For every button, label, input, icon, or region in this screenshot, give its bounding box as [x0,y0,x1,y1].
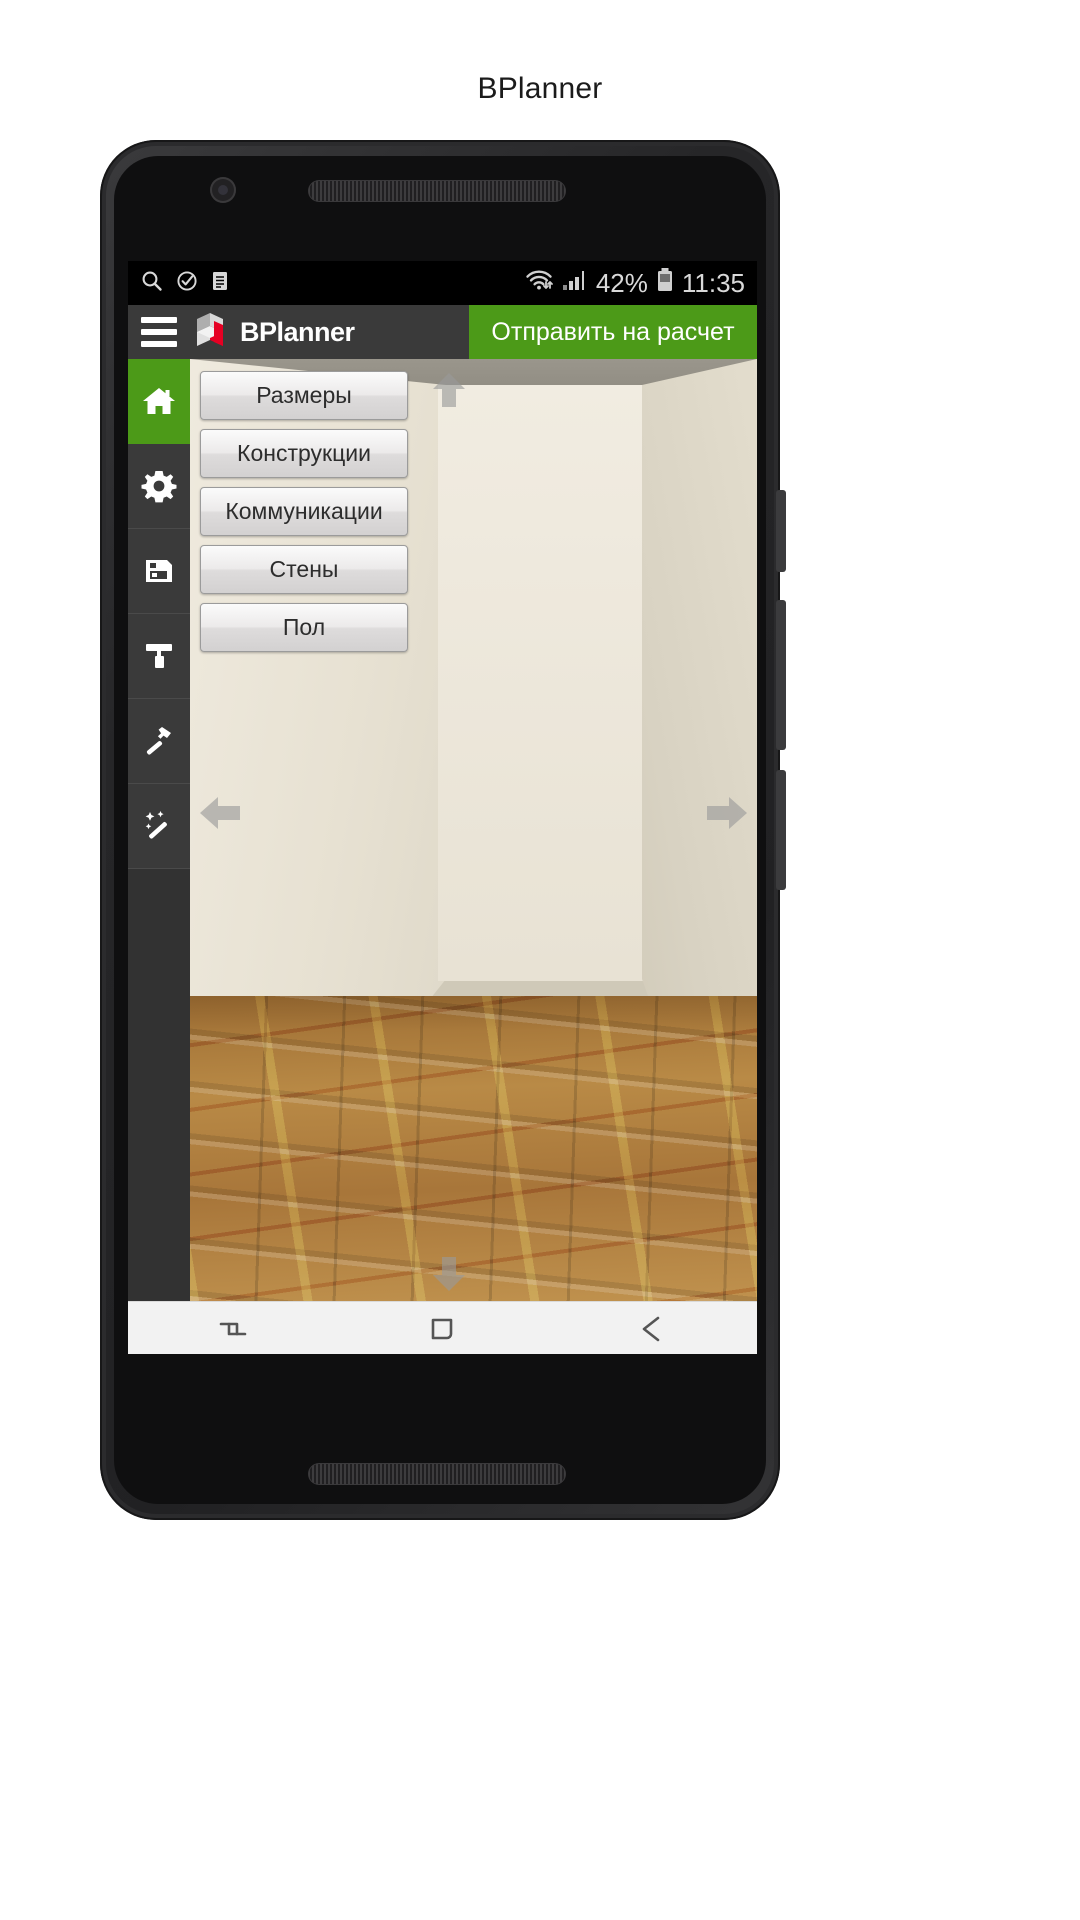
arrow-left-icon[interactable] [196,791,246,835]
arrow-down-icon[interactable] [426,1251,472,1297]
sidebar-item-finishing[interactable] [128,614,190,699]
panel-button-floor[interactable]: Пол [200,603,408,652]
panel-button-walls[interactable]: Стены [200,545,408,594]
app-action-bar: BPlanner Отправить на расчет [128,305,757,359]
check-circle-icon [175,269,199,298]
floppy-disk-icon [142,554,176,588]
status-bar-system: 42% 11:35 [524,267,745,300]
system-nav-bar [128,1301,757,1354]
battery-percent-label: 42% [595,267,648,298]
panel-button-dimensions[interactable]: Размеры [200,371,408,420]
status-bar: 42% 11:35 [128,261,757,305]
recents-icon[interactable] [213,1309,253,1349]
brand-label: BPlanner [240,316,355,347]
app-brand: BPlanner [190,309,355,356]
home-icon [140,382,178,420]
home-square-icon[interactable] [422,1309,462,1349]
room-wall-back [438,385,648,981]
bplanner-logo-icon [190,309,232,356]
document-icon [210,269,230,298]
sidebar-item-build[interactable] [128,699,190,784]
gear-icon [140,467,178,505]
room-3d-viewport[interactable]: Размеры Конструкции Коммуникации Стены П… [190,359,757,1301]
earpiece-speaker [308,180,566,202]
hamburger-menu-icon[interactable] [128,305,184,359]
wifi-icon [524,268,554,299]
phone-screen: 42% 11:35 BPlanner Отправить на расчет Р… [128,261,757,1354]
cellular-signal-icon [562,268,588,299]
arrow-up-icon[interactable] [426,367,472,413]
sidebar-filler [128,869,190,1301]
power-button[interactable] [776,490,786,572]
panel-button-constructions[interactable]: Конструкции [200,429,408,478]
magic-wand-icon [141,808,177,844]
tool-buttons-panel: Размеры Конструкции Коммуникации Стены П… [200,371,408,652]
paint-roller-icon [141,638,177,674]
status-bar-notifications [140,269,230,298]
bottom-speaker [308,1463,566,1485]
battery-icon [656,267,674,300]
page-root: BPlanner 42% 11:35 BPlanner Отправить на… [0,0,1080,1920]
panel-button-communications[interactable]: Коммуникации [200,487,408,536]
clock-label: 11:35 [681,267,745,298]
page-title: BPlanner [477,72,603,105]
sidebar-item-magic[interactable] [128,784,190,869]
sidebar-item-save[interactable] [128,529,190,614]
volume-down-button[interactable] [776,770,786,890]
front-camera [210,177,236,203]
sidebar-item-home[interactable] [128,359,190,444]
hammer-icon [141,723,177,759]
send-to-calculation-button[interactable]: Отправить на расчет [469,305,757,359]
back-arrow-icon[interactable] [632,1309,672,1349]
volume-up-button[interactable] [776,600,786,750]
arrow-right-icon[interactable] [701,791,751,835]
sidebar-item-settings[interactable] [128,444,190,529]
app-body: Размеры Конструкции Коммуникации Стены П… [128,359,757,1301]
sidebar-rail [128,359,190,1301]
search-icon [140,269,164,298]
